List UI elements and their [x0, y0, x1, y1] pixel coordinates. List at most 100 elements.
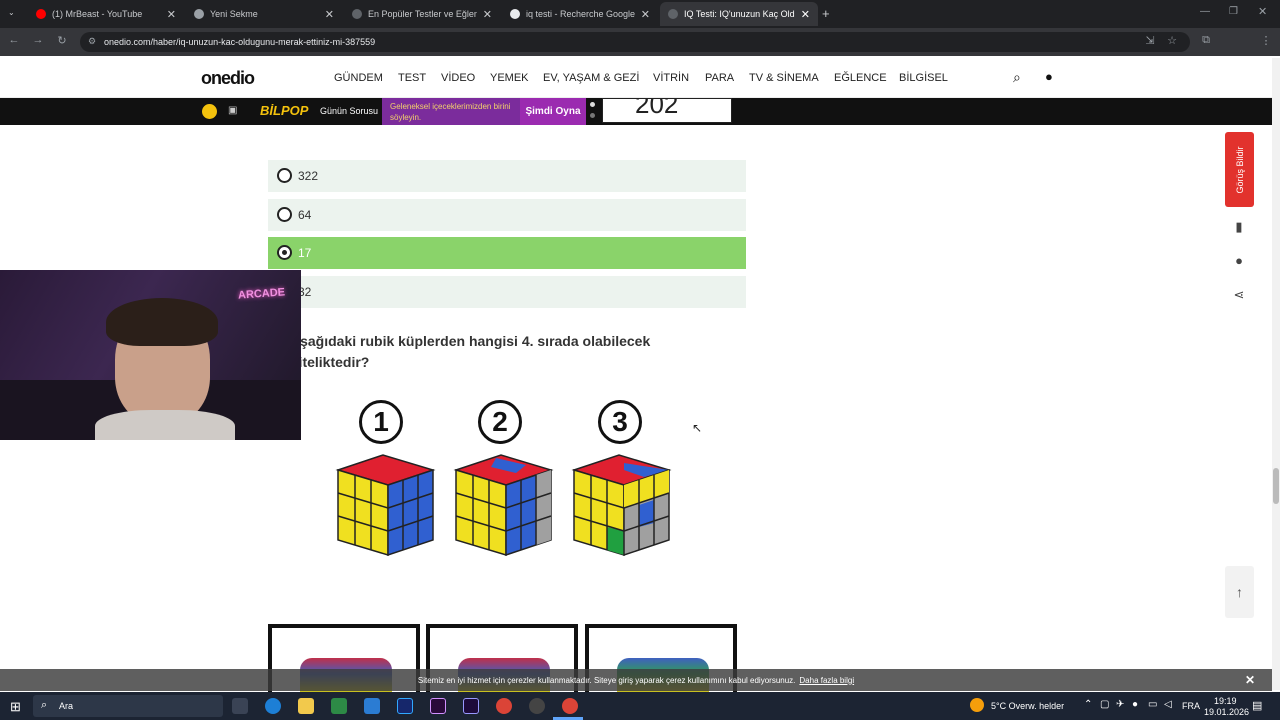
after-effects-icon[interactable] [463, 698, 479, 714]
scroll-top-button[interactable]: ↑ [1225, 566, 1254, 618]
scrollbar-thumb[interactable] [1273, 468, 1279, 504]
nav-yemek[interactable]: YEMEK [490, 72, 529, 84]
site-info-icon[interactable]: ⚙ [88, 36, 96, 47]
site-logo[interactable]: onedio [201, 68, 255, 89]
tray-chevron-icon[interactable]: ⌃ [1084, 699, 1092, 710]
clock-date[interactable]: 19.01.2026 [1204, 707, 1249, 717]
file-explorer-icon[interactable] [298, 698, 314, 714]
radio-button[interactable] [277, 168, 292, 183]
taskbar-search-placeholder: Ara [59, 701, 74, 711]
nav-eglence[interactable]: EĞLENCE [834, 72, 887, 84]
tab-bar: (1) MrBeast - YouTube ✕ Yeni Sekme ✕ En … [0, 0, 1280, 28]
tab-iq-test[interactable]: IQ Testi: IQ'unuzun Kaç Olduğu ✕ [660, 2, 818, 26]
youtube-icon [36, 9, 46, 19]
nav-video[interactable]: VİDEO [441, 72, 475, 84]
tray-icon[interactable]: ✈ [1116, 699, 1124, 710]
gamepad-icon[interactable]: ▣ [228, 105, 237, 116]
menu-icon[interactable]: ⋮ [1258, 34, 1274, 47]
minimize-icon[interactable]: — [1200, 6, 1210, 17]
google-icon [510, 9, 520, 19]
mail-icon[interactable] [364, 698, 380, 714]
answer-option[interactable]: 64 [268, 199, 746, 231]
partial-image: 202 [602, 98, 732, 123]
site-icon [352, 9, 362, 19]
new-tab-icon[interactable]: + [822, 6, 830, 21]
close-icon[interactable]: ✕ [325, 8, 334, 21]
nav-vitrin[interactable]: VİTRİN [653, 72, 689, 84]
taskbar-search[interactable]: ⌕ Ara [33, 695, 223, 717]
close-icon[interactable]: ✕ [483, 8, 492, 21]
site-header: onedio GÜNDEM TEST VİDEO YEMEK EV, YAŞAM… [0, 58, 1272, 98]
carousel-dot[interactable] [590, 102, 595, 107]
cookie-text: Sitemiz en iyi hizmet için çerezler kull… [417, 675, 796, 685]
radio-button[interactable] [277, 207, 292, 222]
install-icon[interactable]: ⇲ [1142, 34, 1158, 47]
tab-search-icon[interactable]: ⌄ [8, 8, 15, 17]
answer-option[interactable]: 322 [268, 160, 746, 192]
cube-number: 2 [478, 400, 522, 444]
task-view-icon[interactable] [232, 698, 248, 714]
nav-test[interactable]: TEST [398, 72, 426, 84]
nav-tv-sinema[interactable]: TV & SİNEMA [749, 72, 819, 84]
photoshop-icon[interactable] [397, 698, 413, 714]
globe-icon [194, 9, 204, 19]
reload-icon[interactable]: ↻ [54, 34, 70, 47]
comments-icon[interactable]: ● [1229, 253, 1249, 273]
daily-question-label: Günün Sorusu [320, 106, 379, 116]
volume-icon[interactable]: ◁ [1164, 699, 1172, 710]
arcade-neon-sign: ARCADE [237, 286, 286, 302]
store-icon[interactable] [331, 698, 347, 714]
chrome-dev-icon[interactable] [529, 698, 545, 714]
windows-start-icon[interactable]: ⊞ [10, 699, 21, 715]
close-window-icon[interactable]: ✕ [1258, 5, 1267, 18]
radio-button-checked[interactable] [277, 245, 292, 260]
page-scrollbar[interactable] [1272, 58, 1280, 690]
chrome-icon[interactable] [496, 698, 512, 714]
clock-time[interactable]: 19:19 [1214, 696, 1237, 706]
feedback-tab[interactable]: Görüş Bildir [1225, 132, 1254, 207]
tray-icon[interactable]: ▢ [1100, 699, 1109, 710]
back-icon[interactable]: ← [6, 34, 22, 46]
search-icon[interactable]: ⌕ [1013, 69, 1021, 86]
tab-label: Yeni Sekme [210, 9, 258, 19]
notifications-icon[interactable]: ▤ [1252, 699, 1262, 712]
chrome-active-icon[interactable] [562, 698, 578, 714]
language-indicator[interactable]: FRA [1182, 701, 1200, 711]
microphone-icon[interactable]: ● [1132, 699, 1138, 710]
cube-drawings [335, 454, 672, 557]
play-now-button[interactable]: Şimdi Oyna [520, 98, 586, 125]
nav-ev-yasam[interactable]: EV, YAŞAM & GEZİ [543, 72, 639, 84]
tab-new[interactable]: Yeni Sekme ✕ [186, 2, 342, 26]
nav-bilgisel[interactable]: BİLGİSEL [899, 72, 948, 84]
nav-gundem[interactable]: GÜNDEM [334, 72, 383, 84]
address-bar[interactable]: ⚙ onedio.com/haber/iq-unuzun-kac-oldugun… [80, 32, 1190, 52]
network-icon[interactable]: ▭ [1148, 699, 1157, 710]
cookie-more-link[interactable]: Daha fazla bilgi [799, 676, 854, 685]
close-icon[interactable]: ✕ [641, 8, 650, 21]
answer-option-selected[interactable]: 17 [268, 237, 746, 269]
weather-text[interactable]: 5°C Overw. helder [991, 701, 1064, 711]
close-icon[interactable]: ✕ [801, 8, 810, 21]
share-icon[interactable]: ⋖ [1229, 287, 1249, 307]
maximize-icon[interactable]: ❐ [1229, 6, 1238, 17]
nav-para[interactable]: PARA [705, 72, 734, 84]
bilpop-brand: BİLPOP [260, 103, 309, 118]
carousel-dot[interactable] [590, 113, 595, 118]
person-hoodie [95, 410, 235, 440]
tab-testler[interactable]: En Popüler Testler ve Eğlenceli ✕ [344, 2, 500, 26]
answer-option[interactable]: 32 [268, 276, 746, 308]
close-icon[interactable]: ✕ [167, 8, 176, 21]
bookmark-icon[interactable]: ▮ [1229, 219, 1249, 239]
edge-icon[interactable] [265, 698, 281, 714]
mouse-cursor-icon: ↖ [692, 421, 703, 435]
daily-question-prompt[interactable]: Geleneksel içeceklerimizden birini söyle… [382, 98, 520, 125]
bookmark-star-icon[interactable]: ☆ [1164, 34, 1180, 47]
user-icon[interactable]: ● [1045, 69, 1053, 84]
cookie-close-icon[interactable]: ✕ [1245, 673, 1255, 687]
feedback-label: Görüş Bildir [1235, 146, 1245, 194]
tab-google[interactable]: iq testi - Recherche Google ✕ [502, 2, 658, 26]
extensions-icon[interactable]: ⧉ [1198, 34, 1214, 47]
premiere-icon[interactable] [430, 698, 446, 714]
forward-icon[interactable]: → [30, 34, 46, 46]
tab-youtube[interactable]: (1) MrBeast - YouTube ✕ [28, 2, 184, 26]
